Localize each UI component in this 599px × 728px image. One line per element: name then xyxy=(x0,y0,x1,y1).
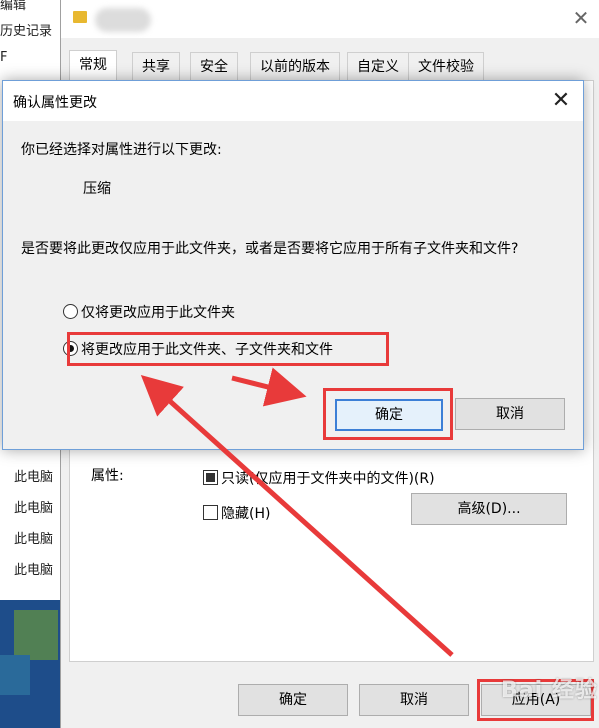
radio-this-folder-only[interactable] xyxy=(63,304,78,319)
nav-item-f[interactable]: F xyxy=(0,50,7,65)
ok-button[interactable]: 确定 xyxy=(238,684,348,716)
desktop-background xyxy=(0,600,60,728)
properties-titlebar: ✕ xyxy=(61,0,599,38)
tab-security[interactable]: 安全 xyxy=(190,52,238,81)
readonly-label[interactable]: 只读(仅应用于文件夹中的文件)(R) xyxy=(221,468,435,488)
dialog-title: 确认属性更改 xyxy=(13,95,97,111)
tab-general[interactable]: 常规 xyxy=(69,50,117,81)
tab-file-checksum[interactable]: 文件校验 xyxy=(408,52,484,81)
nav-item-edit[interactable]: 编辑 xyxy=(0,0,26,13)
dialog-titlebar: 确认属性更改 ✕ xyxy=(3,81,583,121)
ok-highlight-box xyxy=(323,388,453,440)
nav-item-this-pc[interactable]: 此电脑 xyxy=(14,497,53,516)
attributes-label: 属性: xyxy=(91,468,124,484)
nav-item-this-pc[interactable]: 此电脑 xyxy=(14,528,53,547)
close-icon[interactable]: ✕ xyxy=(546,87,576,115)
watermark: Bai 经验 xyxy=(501,678,598,703)
option-highlight-box xyxy=(67,332,389,366)
dialog-question-text: 是否要将此更改仅应用于此文件夹，或者是否要将它应用于所有子文件夹和文件? xyxy=(21,241,519,257)
nav-item-history[interactable]: 历史记录 xyxy=(0,20,52,39)
confirm-dialog: 确认属性更改 ✕ 你已经选择对属性进行以下更改: 压缩 是否要将此更改仅应用于此… xyxy=(2,80,584,450)
dialog-intro-text: 你已经选择对属性进行以下更改: xyxy=(21,142,222,158)
dialog-change-text: 压缩 xyxy=(83,181,111,197)
blurred-title xyxy=(95,8,151,32)
folder-icon xyxy=(73,11,87,23)
nav-item-this-pc[interactable]: 此电脑 xyxy=(14,559,53,578)
readonly-checkbox[interactable] xyxy=(203,470,218,485)
hidden-checkbox[interactable] xyxy=(203,505,218,520)
cancel-button[interactable]: 取消 xyxy=(359,684,469,716)
tab-previous-versions[interactable]: 以前的版本 xyxy=(250,52,340,81)
option-this-folder-only[interactable]: 仅将更改应用于此文件夹 xyxy=(81,302,235,322)
nav-item-this-pc[interactable]: 此电脑 xyxy=(14,466,53,485)
hidden-label[interactable]: 隐藏(H) xyxy=(221,503,270,523)
tab-sharing[interactable]: 共享 xyxy=(132,52,180,81)
close-icon[interactable]: ✕ xyxy=(569,6,593,30)
dialog-cancel-button[interactable]: 取消 xyxy=(455,398,565,430)
advanced-button[interactable]: 高级(D)... xyxy=(411,493,567,525)
tab-customize[interactable]: 自定义 xyxy=(347,52,409,81)
